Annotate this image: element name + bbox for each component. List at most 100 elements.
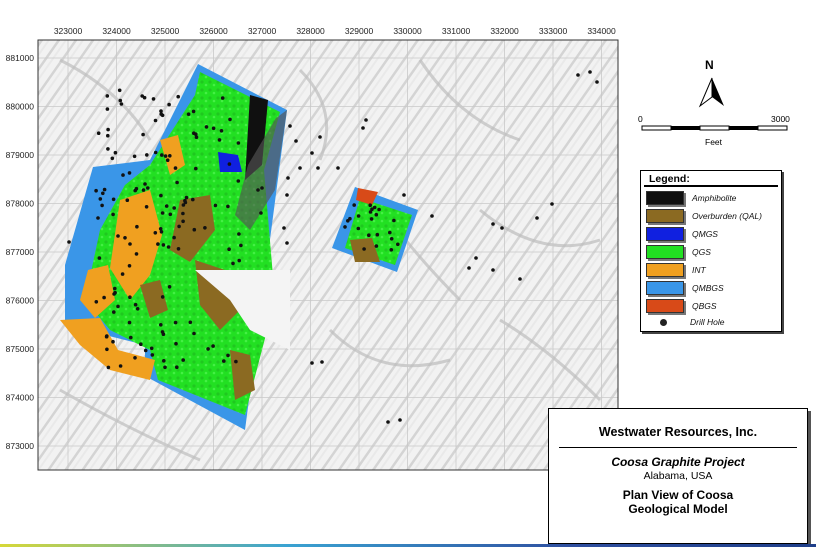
drill-hole-marker [228, 117, 232, 122]
drill-hole-marker [160, 330, 165, 334]
y-tick-label: 881000 [6, 53, 35, 63]
drill-hole-marker [102, 187, 107, 192]
drill-hole-marker [370, 207, 374, 211]
map-title-line-2: Geological Model [628, 502, 728, 516]
drill-hole-marker [388, 230, 392, 235]
legend: Legend: Amphibolite Overburden (QAL) QMG… [640, 170, 782, 332]
scale-bar [641, 125, 788, 131]
x-tick-label: 326000 [199, 26, 228, 36]
drill-hole-marker [94, 188, 98, 193]
drill-hole-marker [149, 346, 154, 351]
drill-hole-marker [163, 365, 167, 370]
drill-hole-marker [203, 226, 207, 230]
drill-hole-marker [159, 323, 163, 327]
drill-hole-marker [364, 118, 368, 122]
drill-hole-marker [430, 214, 434, 218]
legend-swatch [646, 263, 684, 277]
y-tick-label: 875000 [6, 344, 35, 354]
drill-hole-marker [550, 202, 554, 206]
drill-hole-marker [259, 211, 263, 215]
drill-hole-marker [106, 365, 111, 370]
drill-hole-marker [127, 171, 132, 175]
drill-hole-marker [113, 290, 117, 295]
legend-swatch [646, 299, 684, 313]
drill-hole-marker [166, 245, 171, 249]
drill-hole-marker [116, 234, 120, 238]
drill-hole-marker [174, 341, 178, 346]
drill-hole-marker [377, 207, 381, 212]
x-tick-label: 323000 [54, 26, 83, 36]
drill-hole-marker [97, 256, 102, 260]
drill-hole-marker [117, 88, 122, 93]
drill-hole-marker [110, 156, 115, 161]
drill-hole-marker [192, 227, 197, 232]
drill-hole-marker [146, 186, 150, 190]
drill-hole-marker [104, 334, 109, 339]
drill-hole-marker [234, 359, 238, 364]
drill-hole-marker [101, 191, 105, 196]
drill-hole-marker [356, 226, 361, 231]
drill-hole-marker [165, 158, 170, 162]
drill-hole-marker [168, 154, 172, 158]
legend-item-int: INT [646, 263, 706, 277]
drill-hole-marker [100, 203, 104, 208]
drill-hole-marker [139, 342, 143, 347]
legend-item-drill-hole: Drill Hole [646, 315, 724, 329]
map-title-line-1: Plan View of Coosa [622, 488, 734, 502]
drill-hole-marker [369, 217, 374, 221]
drill-hole-marker [231, 261, 235, 266]
y-tick-label: 876000 [6, 296, 35, 306]
title-block: Westwater Resources, Inc. Coosa Graphite… [548, 408, 808, 544]
drill-hole-marker [135, 224, 139, 229]
drill-hole-marker [595, 80, 599, 84]
drill-hole-marker [227, 162, 232, 166]
scale-end-label: 3000 [771, 114, 790, 124]
x-tick-label: 327000 [248, 26, 277, 36]
scale-unit-label: Feet [705, 137, 723, 147]
legend-item-qgs: QGS [646, 245, 711, 259]
drill-hole-marker [236, 141, 241, 145]
drill-hole-marker [144, 205, 149, 209]
drill-hole-marker [402, 193, 406, 197]
drill-hole-marker [181, 219, 185, 224]
drill-hole-marker [120, 272, 125, 276]
legend-label: QBGS [692, 301, 717, 311]
drill-hole-marker [260, 186, 264, 190]
drill-hole-marker [211, 344, 215, 348]
drill-hole-marker [123, 236, 127, 240]
drill-hole-marker [588, 70, 592, 74]
x-tick-label: 330000 [393, 26, 422, 36]
drill-hole-marker [467, 266, 471, 270]
legend-item-qbgs: QBGS [646, 299, 717, 313]
legend-swatch [646, 191, 684, 205]
drill-hole-marker [217, 138, 222, 142]
drill-hole-marker [298, 166, 302, 170]
legend-swatch [646, 281, 684, 295]
drill-hole-marker [151, 97, 156, 101]
y-tick-label: 877000 [6, 247, 35, 257]
north-arrow-icon [698, 77, 724, 108]
drill-hole-marker [118, 364, 123, 368]
legend-label: INT [692, 265, 706, 275]
legend-label: Drill Hole [690, 317, 725, 327]
drill-hole-marker [192, 131, 196, 135]
drill-hole-marker [106, 133, 110, 138]
drill-hole-marker [153, 118, 158, 123]
drill-hole-marker [181, 358, 185, 362]
drill-hole-marker [111, 197, 116, 202]
drill-hole-marker [160, 153, 164, 157]
drill-hole-marker [105, 107, 110, 111]
x-tick-label: 329000 [345, 26, 374, 36]
legend-item-qmgs: QMGS [646, 227, 718, 241]
drill-hole-marker [167, 285, 172, 289]
drill-hole-marker [500, 226, 504, 230]
drill-hole-marker [141, 132, 145, 137]
drill-hole-marker [184, 195, 189, 200]
drill-hole-marker [367, 233, 371, 237]
drill-hole-marker [256, 188, 260, 192]
drill-hole-marker [175, 365, 179, 370]
drill-hole-marker [133, 302, 138, 307]
legend-item-qmbgs: QMBGS [646, 281, 724, 295]
x-axis-ticks: 323000 324000 325000 326000 327000 328000 3290… [54, 26, 616, 36]
drill-hole-marker [128, 242, 132, 246]
